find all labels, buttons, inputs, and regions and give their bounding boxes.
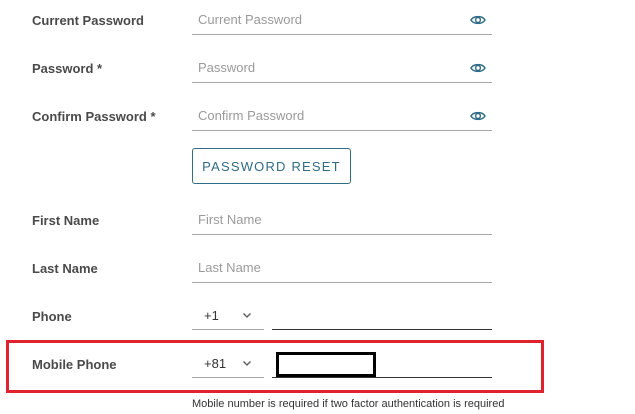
- mobile-phone-hint: Mobile number is required if two factor …: [192, 398, 505, 410]
- mobile-country-code-select[interactable]: +81: [192, 349, 264, 378]
- password-label: Password *: [32, 61, 103, 76]
- password-reset-button[interactable]: PASSWORD RESET: [192, 148, 351, 184]
- phone-number-field[interactable]: [272, 301, 492, 330]
- current-password-label: Current Password: [32, 13, 144, 28]
- last-name-field[interactable]: [192, 254, 492, 283]
- mobile-phone-label: Mobile Phone: [32, 357, 117, 372]
- phone-country-code-value: +1: [204, 308, 219, 323]
- current-password-input[interactable]: [192, 6, 468, 32]
- chevron-down-icon: [243, 361, 251, 366]
- last-name-input[interactable]: [192, 254, 468, 280]
- phone-number-input[interactable]: [272, 301, 488, 327]
- confirm-password-field[interactable]: [192, 102, 492, 131]
- first-name-field[interactable]: [192, 206, 492, 235]
- confirm-password-label: Confirm Password *: [32, 109, 156, 124]
- phone-label: Phone: [32, 309, 72, 324]
- phone-country-code-select[interactable]: +1: [192, 301, 264, 330]
- current-password-field[interactable]: [192, 6, 492, 35]
- password-input[interactable]: [192, 54, 468, 80]
- eye-icon[interactable]: [470, 108, 486, 124]
- eye-icon[interactable]: [470, 12, 486, 28]
- first-name-input[interactable]: [192, 206, 468, 232]
- confirm-password-input[interactable]: [192, 102, 468, 128]
- eye-icon[interactable]: [470, 60, 486, 76]
- password-field[interactable]: [192, 54, 492, 83]
- chevron-down-icon: [243, 313, 251, 318]
- last-name-label: Last Name: [32, 261, 98, 276]
- redaction-box: [276, 352, 376, 377]
- mobile-country-code-value: +81: [204, 356, 227, 371]
- first-name-label: First Name: [32, 213, 100, 228]
